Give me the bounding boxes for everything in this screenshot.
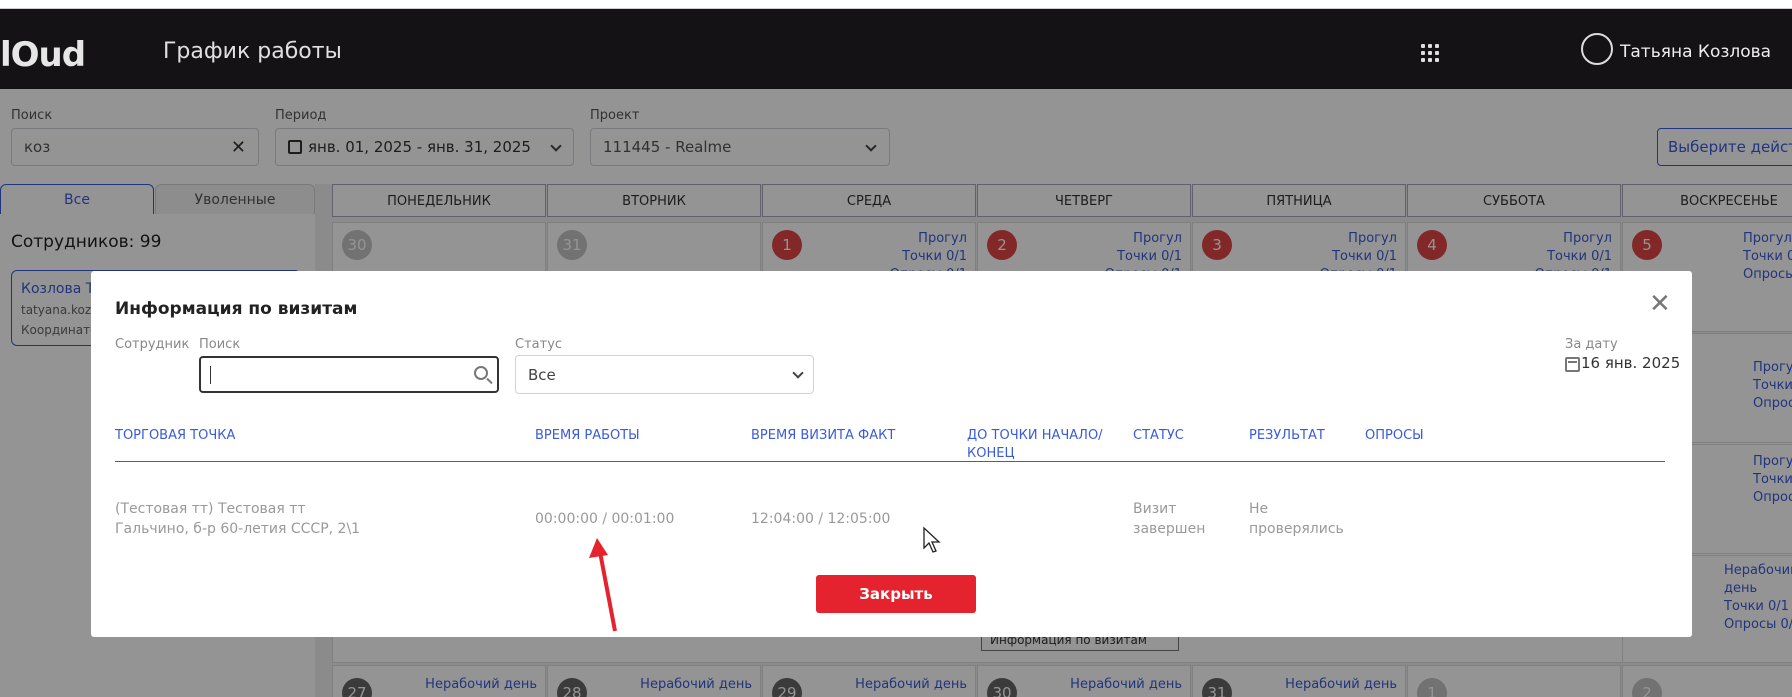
- page-title: График работы: [163, 39, 342, 64]
- chevron-down-icon: [792, 367, 804, 379]
- column-header-to-point[interactable]: ДО ТОЧКИ НАЧАЛО/ КОНЕЦ: [967, 427, 1107, 463]
- modal-title: Информация по визитам: [115, 299, 358, 319]
- column-header-result[interactable]: РЕЗУЛЬТАТ: [1249, 427, 1325, 445]
- status-filter-label: Статус: [515, 337, 563, 352]
- close-button[interactable]: Закрыть: [816, 575, 976, 613]
- annotation-arrow: [589, 538, 617, 632]
- status-select[interactable]: Все: [515, 355, 814, 394]
- column-header-work-time[interactable]: ВРЕМЯ РАБОТЫ: [535, 427, 640, 445]
- status-select-value: Все: [528, 366, 556, 384]
- column-header-visit-time[interactable]: ВРЕМЯ ВИЗИТА ФАКТ: [751, 427, 895, 445]
- mouse-cursor-icon: [923, 526, 941, 553]
- app-logo[interactable]: lOud: [0, 35, 86, 75]
- visits-info-modal: Информация по визитам ✕ Сотрудник Поиск …: [91, 271, 1692, 637]
- table-cell-visit-time: 12:04:00 / 12:05:00: [751, 511, 891, 527]
- column-header-point[interactable]: ТОРГОВАЯ ТОЧКА: [115, 427, 235, 445]
- table-cell-work-time: 00:00:00 / 00:01:00: [535, 511, 675, 527]
- calendar-icon[interactable]: [1565, 357, 1580, 372]
- user-name[interactable]: Татьяна Козлова: [1620, 42, 1771, 62]
- table-cell-point: (Тестовая тт) Тестовая тт Гальчино, б-р …: [115, 499, 360, 539]
- column-header-surveys[interactable]: ОПРОСЫ: [1365, 427, 1424, 445]
- column-header-status[interactable]: СТАТУС: [1133, 427, 1184, 445]
- table-cell-status: Визит завершен: [1133, 501, 1206, 537]
- date-label: За дату: [1565, 337, 1618, 352]
- modal-search-input[interactable]: [199, 356, 499, 393]
- search-icon[interactable]: [474, 366, 488, 380]
- apps-grid-icon[interactable]: [1421, 44, 1439, 62]
- point-name: (Тестовая тт) Тестовая тт: [115, 501, 306, 517]
- point-address: Гальчино, б-р 60-летия СССР, 2\1: [115, 521, 361, 537]
- modal-search-label: Поиск: [199, 337, 241, 352]
- table-cell-result: Не проверялись: [1249, 501, 1344, 537]
- table-header-divider: [115, 461, 1665, 462]
- browser-top-strip: [0, 0, 1792, 9]
- date-value[interactable]: 16 янв. 2025: [1581, 354, 1680, 372]
- app-header: lOud График работы Татьяна Козлова: [0, 9, 1792, 89]
- close-icon[interactable]: ✕: [1649, 291, 1671, 317]
- text-caret: [210, 366, 211, 384]
- user-avatar-icon[interactable]: [1581, 33, 1613, 65]
- employee-filter-label: Сотрудник: [115, 337, 190, 352]
